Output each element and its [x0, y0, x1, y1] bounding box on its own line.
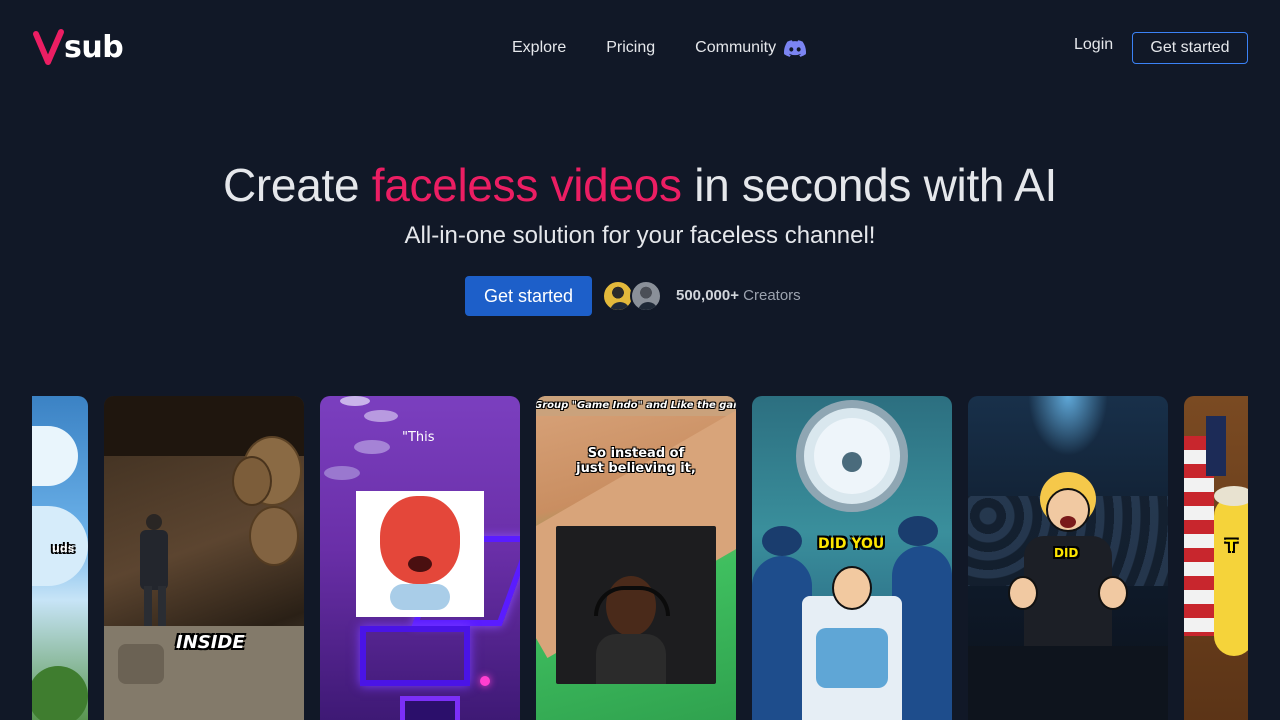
video-caption-top: Group "Game Indo" and Like the game	[536, 400, 736, 411]
nav-community[interactable]: Community	[695, 39, 807, 57]
nav-explore[interactable]: Explore	[512, 39, 566, 57]
hero-title-accent: faceless videos	[371, 159, 682, 211]
video-card[interactable]: "This	[320, 396, 520, 720]
avatar	[630, 280, 662, 312]
video-card[interactable]: T	[1184, 396, 1248, 720]
creators-number: 500,000+	[676, 287, 739, 304]
video-card[interactable]: uds	[32, 396, 88, 720]
nav-pricing[interactable]: Pricing	[606, 39, 655, 57]
video-card[interactable]: INSIDE	[104, 396, 304, 720]
hero-title-post: in seconds with AI	[694, 159, 1058, 211]
logo-text: sub	[64, 30, 124, 65]
hero-subtitle: All-in-one solution for your faceless ch…	[404, 222, 876, 249]
main-nav: Explore Pricing Community	[512, 34, 807, 62]
site-header: sub Explore Pricing Community Login Get …	[0, 0, 1280, 96]
hero-title-pre: Create	[222, 159, 360, 211]
video-caption: So instead of just believing it,	[576, 446, 696, 476]
video-carousel[interactable]: uds INSIDE "This Group "Game Indo" and L…	[32, 396, 1248, 720]
logo[interactable]: sub	[32, 28, 124, 68]
video-caption: T	[1226, 536, 1237, 555]
video-caption: INSIDE	[176, 632, 245, 653]
video-caption: "This	[402, 430, 435, 445]
hero-title: Create faceless videos in seconds with A…	[0, 158, 1280, 212]
header-get-started-button[interactable]: Get started	[1132, 32, 1248, 64]
video-card[interactable]: DID YOU	[752, 396, 952, 720]
creators-label: Creators	[743, 287, 801, 304]
video-caption: uds	[52, 542, 75, 555]
video-caption: DID	[1054, 546, 1079, 560]
creator-avatars	[602, 280, 666, 312]
login-link[interactable]: Login	[1074, 36, 1113, 54]
hero-get-started-button[interactable]: Get started	[465, 276, 592, 316]
logo-v-icon	[33, 29, 64, 65]
nav-community-label: Community	[695, 39, 777, 56]
video-card[interactable]: Group "Game Indo" and Like the game So i…	[536, 396, 736, 720]
video-caption: DID YOU	[818, 536, 885, 552]
creators-count: 500,000+ Creators	[676, 287, 801, 304]
video-card[interactable]: DID	[968, 396, 1168, 720]
discord-icon	[784, 39, 807, 57]
